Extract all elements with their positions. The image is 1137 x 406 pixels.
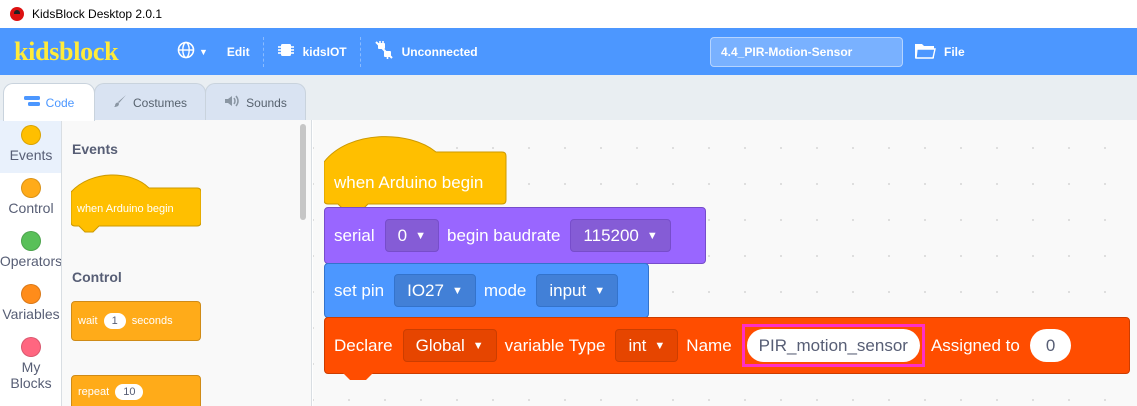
name-label: Name <box>686 335 732 355</box>
category-label: My Blocks <box>10 359 52 392</box>
connection-status: Unconnected <box>401 44 478 59</box>
pin-dropdown[interactable]: IO27 ▼ <box>394 274 476 307</box>
category-events[interactable]: Events <box>0 120 61 173</box>
globe-icon <box>177 41 195 63</box>
seconds-label: seconds <box>131 315 173 327</box>
palette-wait-block[interactable]: wait 1 seconds <box>71 301 201 341</box>
declare-label: Declare <box>334 335 393 355</box>
variable-type-dropdown[interactable]: int ▼ <box>615 329 679 362</box>
scope-value: Global <box>415 335 465 355</box>
variables-color-dot <box>21 284 41 304</box>
palette-when-arduino-begin-block[interactable]: when Arduino begin <box>71 170 201 234</box>
variable-type-value: int <box>628 335 647 355</box>
palette-when-arduino-begin-label: when Arduino begin <box>76 203 174 215</box>
assigned-to-label: Assigned to <box>930 335 1020 355</box>
variable-name-input[interactable]: PIR_motion_sensor <box>746 329 920 362</box>
tab-costumes-label: Costumes <box>132 95 188 110</box>
palette-heading-events: Events <box>72 141 118 157</box>
wait-label: wait <box>78 315 98 327</box>
tab-code-label: Code <box>45 95 75 110</box>
control-color-dot <box>21 178 41 198</box>
serial-port-dropdown[interactable]: 0 ▼ <box>384 219 439 252</box>
operators-color-dot <box>21 231 41 251</box>
repeat-count-field[interactable]: 10 <box>115 384 144 400</box>
serial-begin-block[interactable]: serial 0 ▼ begin baudrate 115200 ▼ <box>324 207 706 264</box>
serial-port-value: 0 <box>397 225 408 245</box>
chip-icon <box>277 42 295 62</box>
scope-dropdown[interactable]: Global ▼ <box>402 329 497 362</box>
chevron-down-icon: ▼ <box>646 229 658 242</box>
pin-mode-dropdown[interactable]: input ▼ <box>536 274 619 307</box>
device-menu[interactable]: kidsIOT <box>264 28 360 75</box>
block-notch <box>324 372 384 380</box>
chevron-down-icon: ▼ <box>654 339 666 352</box>
window-title: KidsBlock Desktop 2.0.1 <box>32 7 163 21</box>
name-field-highlight: PIR_motion_sensor <box>741 324 925 367</box>
assigned-value-input[interactable]: 0 <box>1029 329 1072 362</box>
baudrate-dropdown[interactable]: 115200 ▼ <box>570 219 671 252</box>
connection-menu[interactable]: Unconnected <box>361 28 491 75</box>
category-label: Events <box>9 147 53 163</box>
folder-icon <box>914 41 936 63</box>
variable-type-label: variable Type <box>504 335 606 355</box>
tab-costumes[interactable]: Costumes <box>94 83 206 121</box>
script-workspace[interactable]: when Arduino begin serial 0 ▼ begin baudr… <box>313 120 1137 406</box>
serial-label: serial <box>334 225 375 245</box>
file-menu-label: File <box>944 44 965 59</box>
code-icon <box>23 95 40 110</box>
category-label: Control <box>8 200 54 216</box>
baudrate-value: 115200 <box>583 225 639 245</box>
block-palette: Events when Arduino begin Control wait 1… <box>62 120 312 406</box>
app-logo[interactable]: kidsblock <box>14 37 164 67</box>
category-control[interactable]: Control <box>0 173 61 226</box>
pin-value: IO27 <box>407 280 444 300</box>
edit-menu-label: Edit <box>226 44 250 59</box>
when-arduino-begin-label: when Arduino begin <box>333 173 483 192</box>
pin-mode-value: input <box>549 280 587 300</box>
language-menu[interactable]: ▼ <box>164 28 221 75</box>
chevron-down-icon: ▼ <box>472 339 484 352</box>
block-categories: Events Control Operators Variables My Bl… <box>0 120 62 406</box>
palette-repeat-block[interactable]: repeat 10 <box>71 375 201 406</box>
chevron-down-icon: ▼ <box>451 284 463 297</box>
project-title-input[interactable]: 4.4_PIR-Motion-Sensor <box>710 37 903 67</box>
chevron-down-icon: ▼ <box>199 46 208 57</box>
begin-baudrate-label: begin baudrate <box>446 225 561 245</box>
brush-icon <box>113 94 127 111</box>
chevron-down-icon: ▼ <box>415 229 426 242</box>
category-operators[interactable]: Operators <box>0 226 62 279</box>
declare-variable-block[interactable]: Declare Global ▼ variable Type int ▼ Name … <box>324 317 1130 374</box>
tab-code[interactable]: Code <box>3 83 95 121</box>
repeat-label: repeat <box>78 386 110 398</box>
palette-scrollbar[interactable] <box>300 124 306 220</box>
events-color-dot <box>21 125 41 145</box>
tab-sounds[interactable]: Sounds <box>205 83 306 121</box>
tab-sounds-label: Sounds <box>246 95 287 110</box>
unplugged-icon <box>374 40 394 63</box>
editor-tabs: Code Costumes Sounds <box>0 75 1137 121</box>
edit-menu[interactable]: Edit <box>221 28 263 75</box>
device-menu-label: kidsIOT <box>302 44 347 59</box>
speaker-icon <box>224 95 240 110</box>
my-blocks-color-dot <box>21 337 41 357</box>
mode-label: mode <box>483 280 527 300</box>
category-variables[interactable]: Variables <box>0 279 61 332</box>
category-my-blocks[interactable]: My Blocks <box>0 332 61 402</box>
category-label: Variables <box>2 306 60 322</box>
file-menu[interactable]: File <box>908 28 971 75</box>
menu-bar: kidsblock ▼ Edit kidsIOT Unconnected 4.4… <box>0 28 1137 75</box>
set-pin-mode-block[interactable]: set pin IO27 ▼ mode input ▼ <box>324 263 649 318</box>
wait-seconds-field[interactable]: 1 <box>103 313 126 329</box>
category-label: Operators <box>0 253 62 269</box>
window-titlebar: KidsBlock Desktop 2.0.1 <box>0 0 1137 28</box>
set-pin-label: set pin <box>334 280 385 300</box>
palette-heading-control: Control <box>72 269 122 285</box>
when-arduino-begin-block[interactable]: when Arduino begin <box>324 132 508 216</box>
chevron-down-icon: ▼ <box>594 284 606 297</box>
ladybug-icon <box>10 7 24 21</box>
